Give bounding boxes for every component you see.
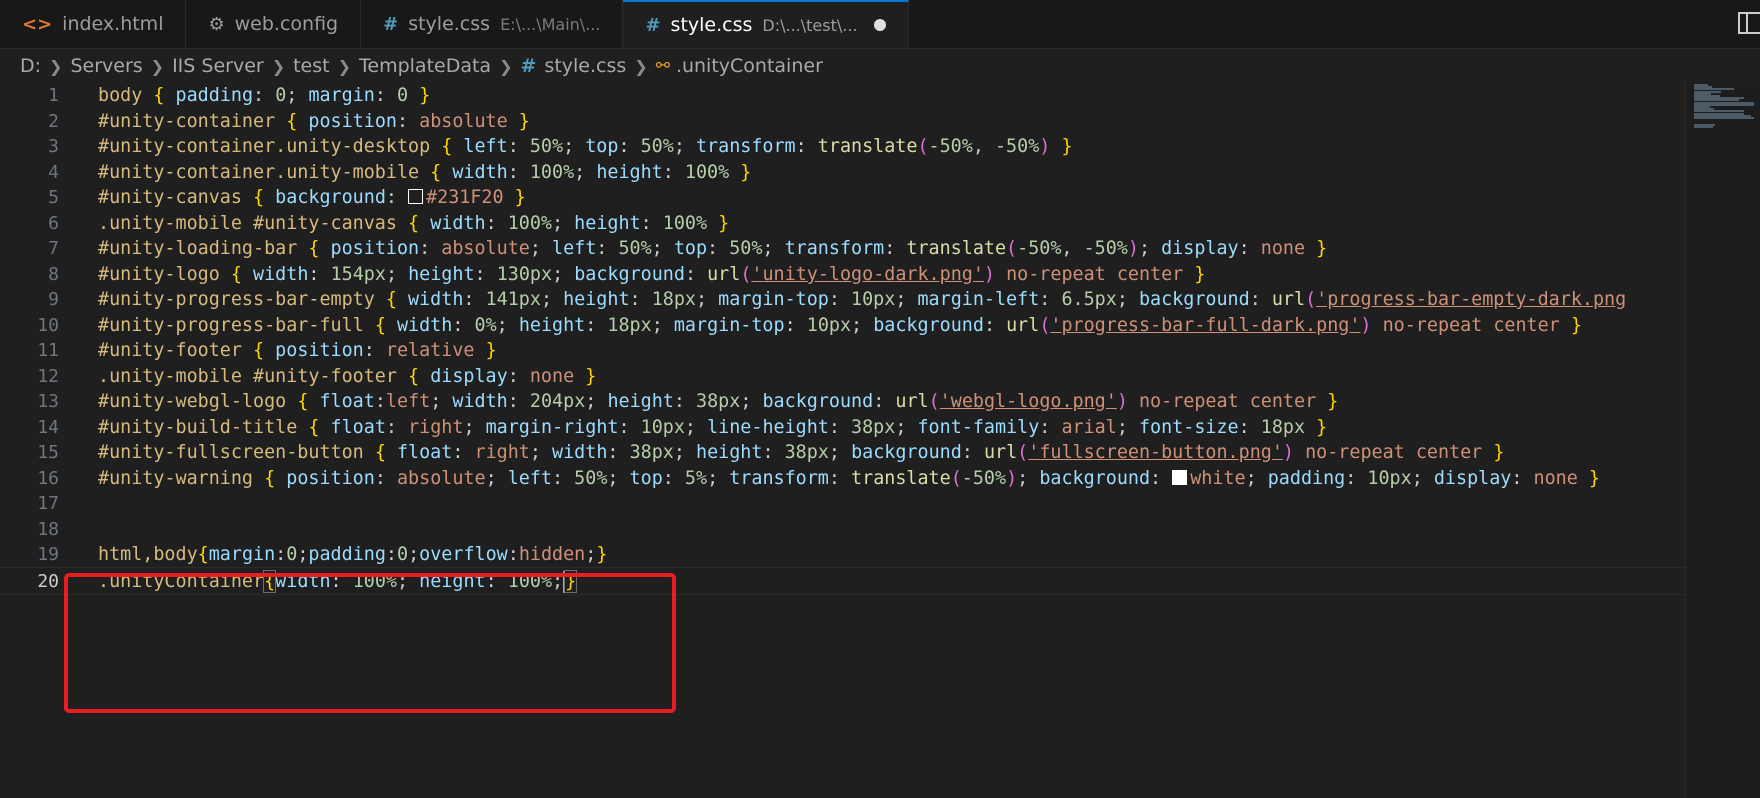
code-text: #unity-build-title { float: right; margi… — [98, 417, 1328, 438]
code-text: #unity-progress-bar-empty { width: 141px… — [98, 289, 1627, 310]
minimap-line — [1694, 117, 1754, 119]
code-line[interactable]: 17 — [0, 490, 1685, 518]
line-number: 10 — [37, 315, 59, 336]
tab-index-html[interactable]: <> index.html — [0, 0, 187, 48]
code-text: #unity-loading-bar { position: absolute;… — [98, 238, 1328, 259]
code-line[interactable]: 6 .unity-mobile #unity-canvas { width: 10… — [0, 210, 1685, 238]
chevron-right-icon: ❯ — [634, 56, 648, 76]
code-text: #unity-fullscreen-button { float: right;… — [98, 442, 1505, 463]
code-text: #unity-warning { position: absolute; lef… — [98, 468, 1600, 489]
tab-style-css-test[interactable]: # style.css D:\...\test\... — [623, 0, 909, 48]
line-number: 6 — [48, 213, 59, 234]
breadcrumb-item[interactable]: IIS Server — [172, 55, 264, 77]
minimap-line — [1694, 125, 1714, 128]
code-line[interactable]: 18 — [0, 516, 1685, 544]
gear-icon: ⚙ — [208, 13, 225, 35]
tab-web-config[interactable]: ⚙ web.config — [186, 0, 362, 48]
breadcrumb: D: ❯ Servers ❯ IIS Server ❯ test ❯ Templ… — [0, 50, 1760, 82]
unsaved-dot-icon[interactable] — [873, 19, 886, 31]
line-number: 5 — [48, 187, 59, 208]
editor-tab-bar: <> index.html ⚙ web.config # style.css E… — [0, 0, 1760, 49]
breadcrumb-symbol[interactable]: .unityContainer — [676, 55, 823, 77]
code-line[interactable]: 3 #unity-container.unity-desktop { left: … — [0, 133, 1685, 161]
css-file-icon: # — [645, 14, 661, 36]
minimap[interactable] — [1685, 82, 1760, 798]
breadcrumb-item[interactable]: D: — [20, 55, 41, 77]
css-file-icon: # — [520, 55, 537, 77]
tab-description: E:\...\Main\... — [500, 14, 601, 34]
code-text: html,body{margin:0;padding:0;overflow:hi… — [98, 544, 608, 565]
breadcrumb-item[interactable]: test — [293, 55, 330, 77]
line-number: 20 — [37, 571, 59, 592]
tab-label: style.css — [670, 14, 753, 36]
code-text: #unity-canvas { background: #231F20 } — [98, 187, 526, 208]
code-text: body { padding: 0; margin: 0 } — [98, 85, 431, 106]
line-number: 8 — [48, 264, 59, 285]
code-line[interactable]: 15 #unity-fullscreen-button { float: righ… — [0, 439, 1685, 467]
color-swatch[interactable] — [1172, 469, 1188, 485]
code-line[interactable]: 5 #unity-canvas { background: #231F20 } — [0, 184, 1685, 212]
breadcrumb-file[interactable]: style.css — [544, 55, 626, 77]
line-number: 4 — [48, 162, 59, 183]
code-text: .unity-mobile #unity-footer { display: n… — [98, 366, 597, 387]
line-number: 12 — [37, 366, 59, 387]
code-line[interactable]: 11 #unity-footer { position: relative } — [0, 337, 1685, 365]
code-text: #unity-container { position: absolute } — [98, 111, 530, 132]
breadcrumb-item[interactable]: TemplateData — [359, 55, 491, 77]
code-line[interactable]: 7 #unity-loading-bar { position: absolute… — [0, 235, 1685, 263]
code-text: .unity-mobile #unity-canvas { width: 100… — [98, 213, 730, 234]
code-text: #unity-container.unity-desktop { left: 5… — [98, 136, 1073, 157]
chevron-right-icon: ❯ — [150, 56, 165, 76]
split-editor-icon[interactable] — [1738, 12, 1760, 34]
tab-label: web.config — [234, 13, 339, 35]
code-line[interactable]: 14 #unity-build-title { float: right; mar… — [0, 414, 1685, 442]
code-text: #unity-webgl-logo { float:left; width: 2… — [98, 391, 1339, 412]
tab-style-css-main[interactable]: # style.css E:\...\Main\... — [361, 0, 624, 48]
breadcrumb-item[interactable]: Servers — [70, 55, 142, 77]
line-number: 3 — [48, 136, 59, 157]
chevron-right-icon: ❯ — [271, 56, 286, 76]
code-text: #unity-progress-bar-full { width: 0%; he… — [98, 315, 1582, 336]
code-line[interactable]: 1 body { padding: 0; margin: 0 } — [0, 82, 1685, 110]
code-line[interactable]: 10 #unity-progress-bar-full { width: 0%; … — [0, 312, 1685, 340]
line-number: 2 — [48, 111, 59, 132]
line-number: 9 — [48, 289, 59, 310]
css-file-icon: # — [383, 13, 399, 35]
symbol-class-icon: ⚯ — [655, 56, 670, 76]
line-number: 7 — [48, 238, 59, 259]
code-text: #unity-logo { width: 154px; height: 130p… — [98, 264, 1206, 285]
code-line[interactable]: 9 #unity-progress-bar-empty { width: 141p… — [0, 286, 1685, 314]
tab-description: D:\...\test\... — [762, 15, 858, 35]
line-number: 16 — [37, 468, 59, 489]
line-number: 11 — [37, 340, 59, 361]
code-text: #unity-container.unity-mobile { width: 1… — [98, 162, 752, 183]
chevron-right-icon: ❯ — [337, 56, 352, 76]
tab-label: index.html — [62, 13, 164, 35]
chevron-right-icon: ❯ — [49, 56, 63, 76]
highlight-annotation-box — [64, 573, 676, 713]
code-line[interactable]: 13 #unity-webgl-logo { float:left; width:… — [0, 388, 1685, 416]
code-line[interactable]: 12 .unity-mobile #unity-footer { display:… — [0, 363, 1685, 391]
line-number: 15 — [37, 442, 59, 463]
line-number: 17 — [37, 493, 59, 514]
color-swatch[interactable] — [408, 188, 424, 204]
line-number: 1 — [48, 85, 59, 106]
code-line[interactable]: 19 html,body{margin:0;padding:0;overflow:… — [0, 541, 1685, 569]
code-text: #unity-footer { position: relative } — [98, 340, 497, 361]
code-line[interactable]: 8 #unity-logo { width: 154px; height: 130… — [0, 261, 1685, 289]
code-line[interactable]: 16 #unity-warning { position: absolute; l… — [0, 465, 1685, 493]
chevron-right-icon: ❯ — [499, 56, 513, 76]
code-line[interactable]: 4 #unity-container.unity-mobile { width: … — [0, 159, 1685, 187]
html-file-icon: <> — [22, 13, 53, 35]
line-number: 19 — [37, 544, 59, 565]
tab-label: style.css — [408, 13, 491, 35]
code-line[interactable]: 2 #unity-container { position: absolute } — [0, 108, 1685, 136]
line-number: 14 — [37, 417, 59, 438]
line-number: 18 — [37, 519, 59, 540]
line-number: 13 — [37, 391, 59, 412]
